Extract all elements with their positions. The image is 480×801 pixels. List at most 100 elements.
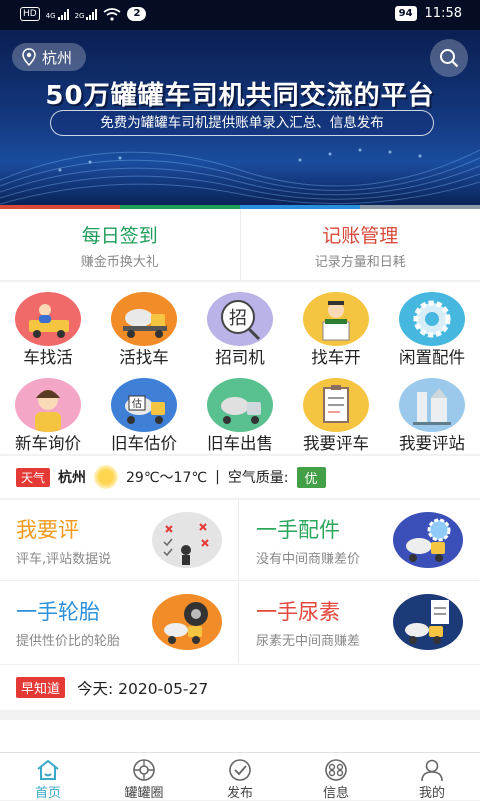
grid-label: 闲置配件 (384, 344, 480, 368)
service-grid: 车找活 活找车 招 招司机 找车开 闲置配件 (0, 282, 480, 454)
card-subtitle: 提供性价比的轮胎 (16, 630, 120, 649)
network-2g-label: 2G (75, 13, 85, 20)
promo-banner[interactable]: 杭州 50万罐罐车司机共同交流的平台 免费为罐罐车司机提供账单录入汇总、信息发布 (0, 30, 480, 206)
grid-label: 车找活 (0, 344, 96, 368)
air-quality-label: 空气质量: (228, 467, 289, 487)
news-tag: 早知道 (16, 677, 65, 698)
card-title: 一手轮胎 (16, 596, 100, 626)
grid-label: 我要评站 (384, 430, 480, 454)
mixer-truck-icon (111, 292, 177, 346)
weather-temp: 29℃～17℃ (126, 467, 207, 487)
status-bar: HD 4G 2G 2 94 11:58 (0, 0, 480, 30)
grid-item-new-car-inquiry[interactable]: 新车询价 (0, 368, 96, 454)
bookkeeping-button[interactable]: 记账管理 记录方量和日耗 (240, 209, 480, 280)
card-review[interactable]: 我要评 评车,评站数据说 (0, 500, 239, 581)
tab-publish[interactable]: 发布 (192, 753, 288, 800)
card-subtitle: 没有中间商赚差价 (256, 548, 360, 567)
card-subtitle: 尿素无中间商赚差 (256, 630, 360, 649)
signal-4g-icon: 4G (46, 8, 69, 20)
location-city: 杭州 (42, 47, 72, 68)
customer-service-icon (15, 378, 81, 432)
grid-label: 旧车出售 (192, 430, 288, 454)
quick-actions: 每日签到 赚金币换大礼 记账管理 记录方量和日耗 (0, 209, 480, 280)
weather-city: 杭州 (58, 467, 86, 487)
card-urea[interactable]: 一手尿素 尿素无中间商赚差 (240, 582, 479, 663)
grid-item-idle-parts[interactable]: 闲置配件 (384, 282, 480, 368)
gear-parts-icon (399, 292, 465, 346)
wifi-icon (103, 8, 121, 21)
tab-messages[interactable]: 信息 (288, 753, 384, 800)
parts-truck-icon (393, 512, 463, 568)
driver-certificate-icon (303, 292, 369, 346)
notification-count-badge: 2 (127, 7, 146, 21)
card-tires[interactable]: 一手轮胎 提供性价比的轮胎 (0, 582, 239, 663)
bookkeeping-subtitle: 记录方量和日耗 (241, 251, 480, 270)
grid-label: 招司机 (192, 344, 288, 368)
battery-icon: 94 (395, 6, 417, 21)
message-icon (323, 758, 349, 782)
card-parts[interactable]: 一手配件 没有中间商赚差价 (240, 500, 479, 581)
weather-tag: 天气 (16, 468, 50, 487)
tab-label: 信息 (288, 782, 384, 801)
grid-label: 找车开 (288, 344, 384, 368)
daily-checkin-button[interactable]: 每日签到 赚金币换大礼 (0, 209, 240, 280)
grid-label: 新车询价 (0, 430, 96, 454)
svg-text:估: 估 (132, 397, 142, 410)
signal-2g-icon: 2G (75, 8, 98, 20)
daily-checkin-subtitle: 赚金币换大礼 (0, 251, 240, 270)
grid-item-work-find-car[interactable]: 活找车 (96, 282, 192, 368)
checklist-icon (152, 512, 222, 568)
network-4g-label: 4G (46, 13, 56, 20)
urea-truck-icon (393, 594, 463, 650)
review-clipboard-icon (303, 378, 369, 432)
grid-label: 旧车估价 (96, 430, 192, 454)
tab-label: 首页 (0, 782, 96, 801)
search-button[interactable] (430, 39, 468, 77)
banner-subline: 免费为罐罐车司机提供账单录入汇总、信息发布 (50, 110, 434, 136)
tab-label: 我的 (384, 782, 480, 801)
card-subtitle: 评车,评站数据说 (16, 548, 111, 567)
banner-headline: 50万罐罐车司机共同交流的平台 (0, 75, 480, 112)
home-icon (35, 758, 61, 782)
hd-indicator: HD (20, 7, 40, 21)
tab-profile[interactable]: 我的 (384, 753, 480, 800)
news-date: 今天: 2020-05-27 (77, 677, 208, 699)
tire-truck-icon (152, 594, 222, 650)
clock: 11:58 (425, 6, 462, 21)
tab-circle[interactable]: 罐罐圈 (96, 753, 192, 800)
publish-icon (227, 758, 253, 782)
card-title: 一手尿素 (256, 596, 340, 626)
location-selector[interactable]: 杭州 (12, 43, 86, 71)
truck-driver-icon (15, 292, 81, 346)
grid-item-find-car-drive[interactable]: 找车开 (288, 282, 384, 368)
daily-news-bar[interactable]: 早知道 今天: 2020-05-27 (0, 665, 480, 710)
tab-home[interactable]: 首页 (0, 753, 96, 800)
feature-cards: 我要评 评车,评站数据说 一手配件 没有中间商赚差价 一手轮胎 提供性价比的轮胎… (0, 500, 480, 664)
svg-text:招: 招 (229, 308, 247, 329)
profile-icon (419, 758, 445, 782)
location-pin-icon (22, 48, 36, 66)
used-truck-icon (207, 378, 273, 432)
mixing-plant-icon (399, 378, 465, 432)
feed-preview (0, 720, 480, 752)
grid-item-car-find-work[interactable]: 车找活 (0, 282, 96, 368)
air-quality-badge: 优 (297, 467, 326, 488)
card-title: 我要评 (16, 514, 79, 544)
grid-label: 我要评车 (288, 430, 384, 454)
grid-item-review-car[interactable]: 我要评车 (288, 368, 384, 454)
grid-item-recruit-driver[interactable]: 招 招司机 (192, 282, 288, 368)
appraisal-truck-icon: 估 (111, 378, 177, 432)
bookkeeping-title: 记账管理 (241, 221, 480, 248)
sunny-icon (94, 465, 118, 489)
tab-label: 罐罐圈 (96, 782, 192, 801)
bottom-tab-bar: 首页 罐罐圈 发布 信息 我的 (0, 752, 480, 800)
grid-item-used-car-sale[interactable]: 旧车出售 (192, 368, 288, 454)
search-icon (439, 48, 459, 68)
weather-bar[interactable]: 天气 杭州 29℃～17℃ | 空气质量: 优 (0, 456, 480, 498)
tab-label: 发布 (192, 782, 288, 801)
grid-label: 活找车 (96, 344, 192, 368)
grid-item-review-station[interactable]: 我要评站 (384, 368, 480, 454)
grid-item-used-car-appraisal[interactable]: 估 旧车估价 (96, 368, 192, 454)
recruit-icon: 招 (207, 292, 273, 346)
card-title: 一手配件 (256, 514, 340, 544)
